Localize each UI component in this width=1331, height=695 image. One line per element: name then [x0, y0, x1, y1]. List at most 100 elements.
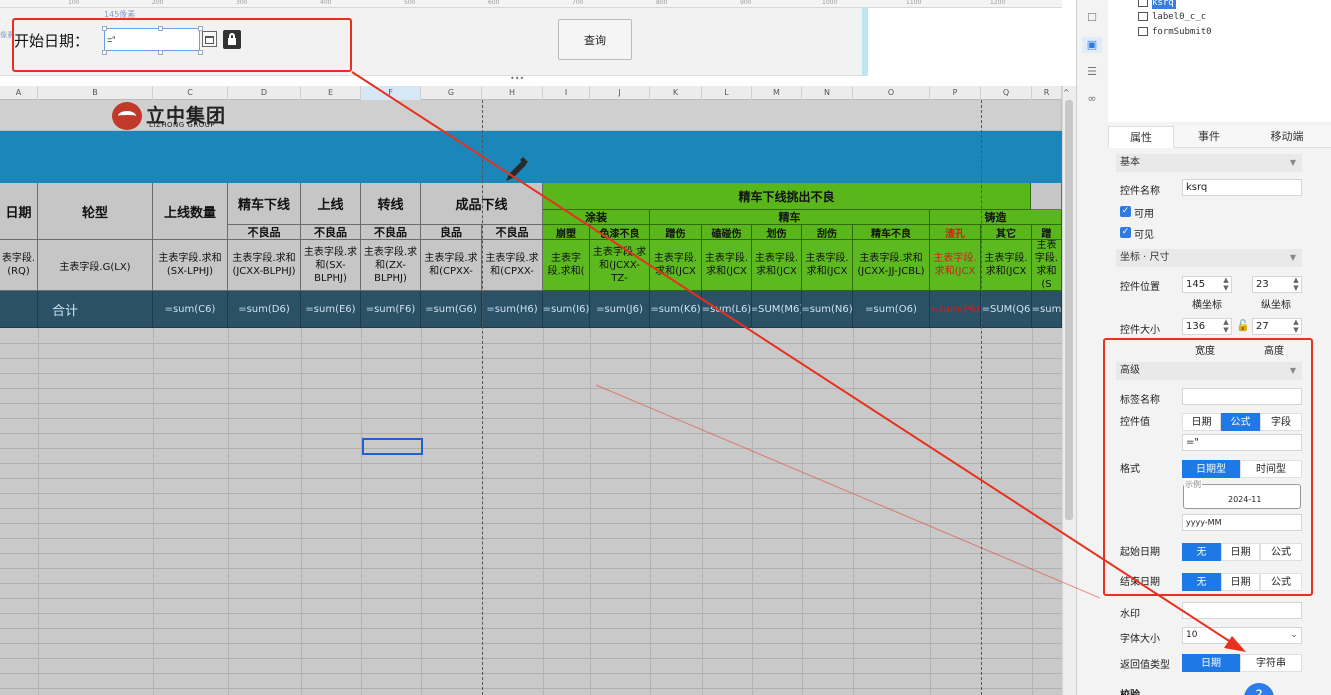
y-stepper-icon[interactable]: ▲ ▼	[1290, 276, 1302, 293]
total-cell[interactable]: =sum(O6)	[853, 291, 930, 328]
field-cell[interactable]: 主表字段.求和(SX-BLPHJ)	[301, 240, 361, 291]
return-type-string[interactable]: 字符串	[1240, 654, 1302, 672]
total-cell[interactable]: =sum(H6)	[482, 291, 543, 328]
header-date[interactable]: 日期	[0, 183, 38, 240]
header-transfer[interactable]: 转线	[361, 183, 421, 225]
total-cell[interactable]: =sum(P6)	[930, 291, 981, 328]
field-cell[interactable]: 主表字段.求和(JCX	[802, 240, 853, 291]
header-rub[interactable]: 蹭伤	[650, 225, 702, 240]
field-cell[interactable]: 主表字段.求和(JCX	[752, 240, 802, 291]
field-cell[interactable]: 表字段.(RQ)	[0, 240, 38, 291]
column-header[interactable]: O	[853, 86, 930, 100]
total-cell[interactable]: =sum(G6)	[421, 291, 482, 328]
field-cell[interactable]: 主表字段.求和(JCX	[930, 240, 981, 291]
tab-properties[interactable]: 属性	[1108, 126, 1174, 148]
column-header[interactable]: E	[301, 86, 361, 100]
tree-item-label0[interactable]: label0_c_c	[1138, 12, 1206, 22]
pencil-icon[interactable]	[502, 156, 530, 186]
total-cell[interactable]: =sum(I6)	[543, 291, 590, 328]
header-online-qty[interactable]: 上线数量	[153, 183, 228, 240]
field-cell[interactable]: 主表字段.求和(	[543, 240, 590, 291]
total-cell[interactable]: =sum(C6)	[153, 291, 228, 328]
link-icon[interactable]: ∞	[1085, 93, 1099, 105]
header-good[interactable]: 良品	[421, 225, 482, 240]
total-label[interactable]: 合计	[38, 291, 153, 328]
selected-cell[interactable]	[362, 438, 423, 455]
column-header[interactable]: K	[650, 86, 702, 100]
header-spray[interactable]: 崩塑	[543, 225, 590, 240]
name-input[interactable]	[1182, 179, 1302, 196]
column-header[interactable]: A	[0, 86, 38, 100]
header-defective[interactable]: 不良品	[361, 225, 421, 240]
column-header[interactable]: R	[1032, 86, 1062, 100]
select-tool-icon[interactable]: ☐	[1085, 12, 1099, 24]
column-header[interactable]: J	[590, 86, 650, 100]
font-size-select[interactable]: 10	[1182, 627, 1302, 644]
total-cell[interactable]: =sum(D6)	[228, 291, 301, 328]
field-cell[interactable]: 主表字段.求和(JCX	[650, 240, 702, 291]
field-cell[interactable]: 主表字段.求和(JCXX-TZ-	[590, 240, 650, 291]
header-color-defect[interactable]: 色漆不良	[590, 225, 650, 240]
header-rub-2[interactable]: 蹭	[1032, 225, 1062, 240]
layer-icon[interactable]: ☰	[1085, 66, 1099, 78]
header-fine-defect[interactable]: 精车不良	[853, 225, 930, 240]
tree-item-ksrq[interactable]: ksrq	[1138, 0, 1174, 8]
column-header[interactable]: H	[482, 86, 543, 100]
header-fine-car-offline[interactable]: 精车下线	[228, 183, 301, 225]
header-defective[interactable]: 不良品	[301, 225, 361, 240]
header-scratch[interactable]: 划伤	[752, 225, 802, 240]
total-cell[interactable]: =sum(L6)	[702, 291, 752, 328]
height-stepper-icon[interactable]: ▲ ▼	[1290, 318, 1302, 335]
header-blank[interactable]	[1031, 183, 1062, 210]
scroll-up-icon[interactable]: ^	[1063, 88, 1070, 97]
tab-mobile[interactable]: 移动端	[1244, 126, 1330, 148]
header-paint[interactable]: 涂装	[543, 210, 650, 225]
header-scrape[interactable]: 刮伤	[802, 225, 853, 240]
header-defective[interactable]: 不良品	[482, 225, 543, 240]
column-header[interactable]: P	[930, 86, 981, 100]
total-cell[interactable]: =sum(J6)	[590, 291, 650, 328]
watermark-input[interactable]	[1182, 602, 1302, 619]
title-banner-row[interactable]	[0, 131, 1062, 183]
tab-events[interactable]: 事件	[1176, 126, 1242, 148]
validation-section[interactable]: 校验	[1120, 686, 1140, 695]
column-header[interactable]: F	[361, 86, 421, 100]
field-cell[interactable]: 主表字段.求和(JCXX-JJ-JCBL)	[853, 240, 930, 291]
total-cell[interactable]: =sum(N6)	[802, 291, 853, 328]
return-type-date[interactable]: 日期	[1182, 654, 1240, 672]
total-cell[interactable]	[0, 291, 38, 328]
aspect-lock-icon[interactable]: 🔓	[1236, 319, 1250, 332]
field-cell[interactable]: 主表字段.求和(JCX	[702, 240, 752, 291]
scrollbar-thumb[interactable]	[1065, 100, 1073, 520]
header-fine-car[interactable]: 精车	[650, 210, 930, 225]
header-wheel-type[interactable]: 轮型	[38, 183, 153, 240]
chevron-down-icon[interactable]: ⌄	[1286, 627, 1302, 644]
column-header[interactable]: D	[228, 86, 301, 100]
header-other[interactable]: 其它	[981, 225, 1032, 240]
header-casting[interactable]: 铸造	[930, 210, 1062, 225]
column-header[interactable]: Q	[981, 86, 1032, 100]
column-header[interactable]: B	[38, 86, 153, 100]
field-cell[interactable]: 主表字段.求和(ZX-BLPHJ)	[361, 240, 421, 291]
tree-item-form-submit[interactable]: formSubmit0	[1138, 27, 1212, 37]
total-cell[interactable]: =SUM(Q6	[981, 291, 1032, 328]
column-header[interactable]: I	[543, 86, 590, 100]
field-cell[interactable]: 主表字段.求和(SX-LPHJ)	[153, 240, 228, 291]
total-cell[interactable]: =sum(K6)	[650, 291, 702, 328]
total-cell[interactable]: =SUM(M6)	[752, 291, 802, 328]
field-cell[interactable]: 主表字段.G(LX)	[38, 240, 153, 291]
header-defective[interactable]: 不良品	[228, 225, 301, 240]
column-header[interactable]: M	[752, 86, 802, 100]
column-header[interactable]: N	[802, 86, 853, 100]
section-basic[interactable]: 基本 ▼	[1116, 154, 1302, 172]
visible-checkbox[interactable]: ✓	[1120, 227, 1131, 238]
header-bump[interactable]: 磕碰伤	[702, 225, 752, 240]
header-pick-defects[interactable]: 精车下线挑出不良	[543, 183, 1031, 210]
header-slag-hole[interactable]: 渣孔	[930, 225, 981, 240]
field-cell[interactable]: 主表字段.求和(S	[1032, 240, 1062, 291]
total-cell[interactable]: =sum(E6)	[301, 291, 361, 328]
x-stepper-icon[interactable]: ▲ ▼	[1220, 276, 1232, 293]
query-button[interactable]: 查询	[558, 19, 632, 60]
field-cell[interactable]: 主表字段.求和(JCX	[981, 240, 1032, 291]
column-header[interactable]: C	[153, 86, 228, 100]
